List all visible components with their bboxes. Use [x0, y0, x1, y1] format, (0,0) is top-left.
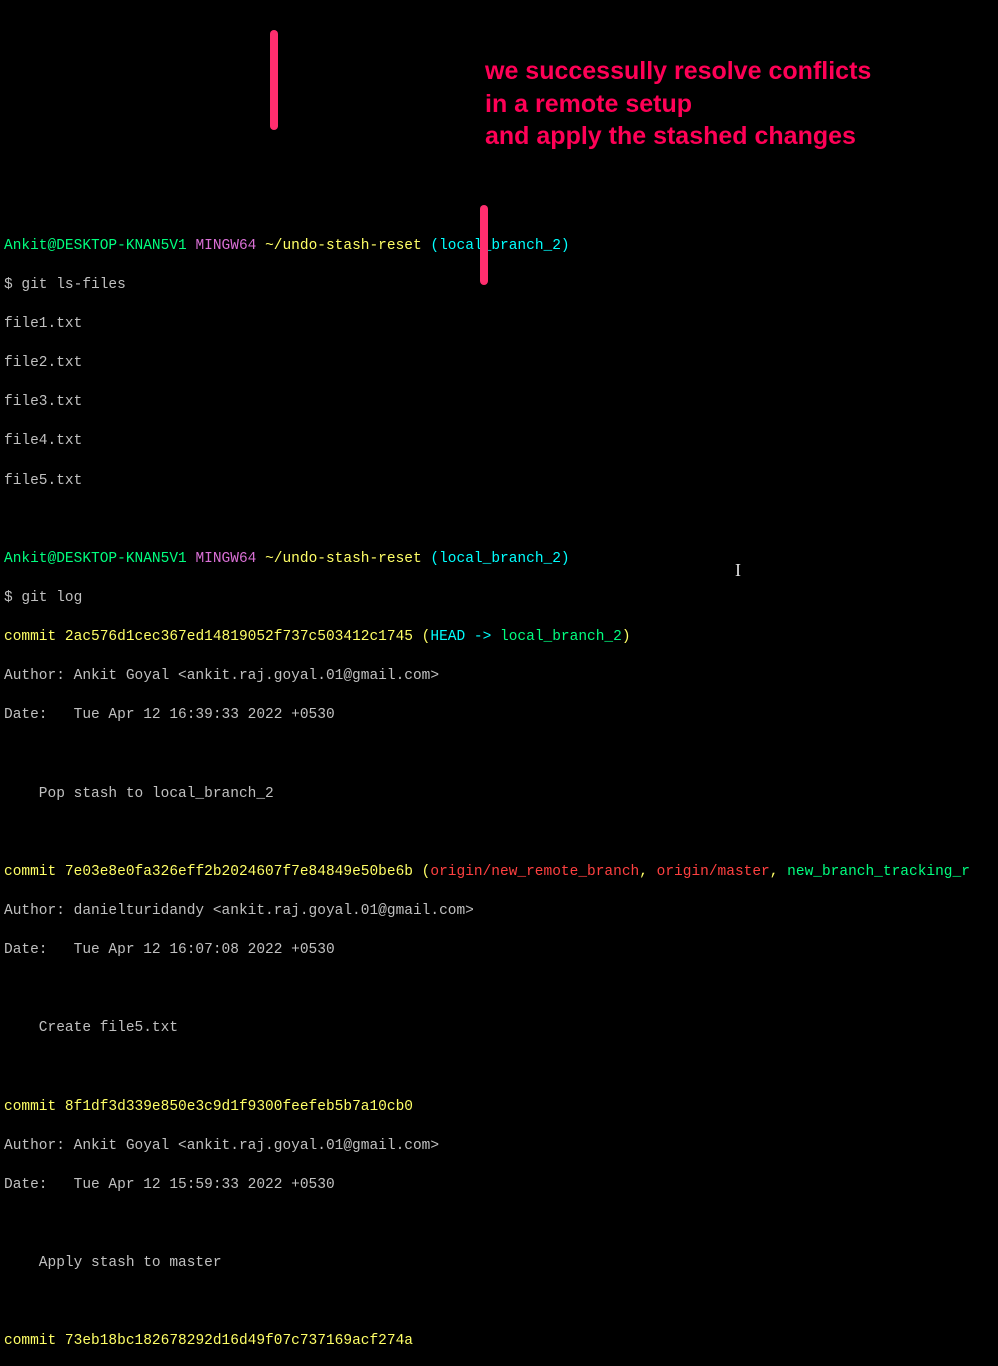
commit-line: commit 7e03e8e0fa326eff2b2024607f7e84849…: [4, 863, 994, 883]
branch: (local_branch_2): [430, 551, 569, 567]
commit-hash: 73eb18bc182678292d16d49f07c737169acf274a: [65, 1333, 413, 1349]
commit-line: commit 8f1df3d339e850e3c9d1f9300feefeb5b…: [4, 1098, 994, 1118]
annotation-line: and apply the stashed changes: [485, 120, 871, 153]
date-line: Date: Tue Apr 12 16:39:33 2022 +0530: [4, 706, 994, 726]
commit-line: commit 2ac576d1cec367ed14819052f737c5034…: [4, 628, 994, 648]
terminal-output[interactable]: Ankit@DESKTOP-KNAN5V1 MINGW64 ~/undo-sta…: [4, 217, 994, 1366]
commit-line: commit 73eb18bc182678292d16d49f07c737169…: [4, 1332, 994, 1352]
head-ref: HEAD ->: [430, 629, 500, 645]
user-host: Ankit@DESKTOP-KNAN5V1: [4, 238, 187, 254]
date-line: Date: Tue Apr 12 16:07:08 2022 +0530: [4, 941, 994, 961]
branch-ref: local_branch_2: [500, 629, 622, 645]
author-line: Author: danielturidandy <ankit.raj.goyal…: [4, 902, 994, 922]
commit-message: Pop stash to local_branch_2: [4, 785, 994, 805]
annotation-arrow-2: [480, 205, 488, 285]
annotation-text: we successully resolve conflicts in a re…: [485, 55, 871, 153]
file-entry: file3.txt: [4, 393, 994, 413]
path: ~/undo-stash-reset: [265, 551, 422, 567]
branch: (local_branch_2): [430, 238, 569, 254]
remote-ref: origin/new_remote_branch: [430, 864, 639, 880]
prompt-line: Ankit@DESKTOP-KNAN5V1 MINGW64 ~/undo-sta…: [4, 237, 994, 257]
env: MINGW64: [195, 238, 256, 254]
annotation-arrow-1: [270, 30, 278, 130]
path: ~/undo-stash-reset: [265, 238, 422, 254]
file-entry: file1.txt: [4, 315, 994, 335]
command: $ git ls-files: [4, 276, 994, 296]
author-line: Author: Ankit Goyal <ankit.raj.goyal.01@…: [4, 667, 994, 687]
user-host: Ankit@DESKTOP-KNAN5V1: [4, 551, 187, 567]
file-entry: file4.txt: [4, 432, 994, 452]
remote-ref: origin/master: [657, 864, 770, 880]
file-entry: file2.txt: [4, 354, 994, 374]
author-line: Author: Ankit Goyal <ankit.raj.goyal.01@…: [4, 1137, 994, 1157]
command: $ git log: [4, 589, 994, 609]
file-entry: file5.txt: [4, 472, 994, 492]
branch-ref: new_branch_tracking_r: [787, 864, 970, 880]
env: MINGW64: [195, 551, 256, 567]
text-cursor-icon: I: [735, 558, 741, 582]
date-line: Date: Tue Apr 12 15:59:33 2022 +0530: [4, 1176, 994, 1196]
commit-hash: 2ac576d1cec367ed14819052f737c503412c1745: [65, 629, 413, 645]
commit-message: Create file5.txt: [4, 1019, 994, 1039]
commit-message: Apply stash to master: [4, 1254, 994, 1274]
commit-hash: 8f1df3d339e850e3c9d1f9300feefeb5b7a10cb0: [65, 1099, 413, 1115]
annotation-line: in a remote setup: [485, 88, 871, 121]
prompt-line: Ankit@DESKTOP-KNAN5V1 MINGW64 ~/undo-sta…: [4, 550, 994, 570]
commit-hash: 7e03e8e0fa326eff2b2024607f7e84849e50be6b: [65, 864, 413, 880]
annotation-line: we successully resolve conflicts: [485, 55, 871, 88]
